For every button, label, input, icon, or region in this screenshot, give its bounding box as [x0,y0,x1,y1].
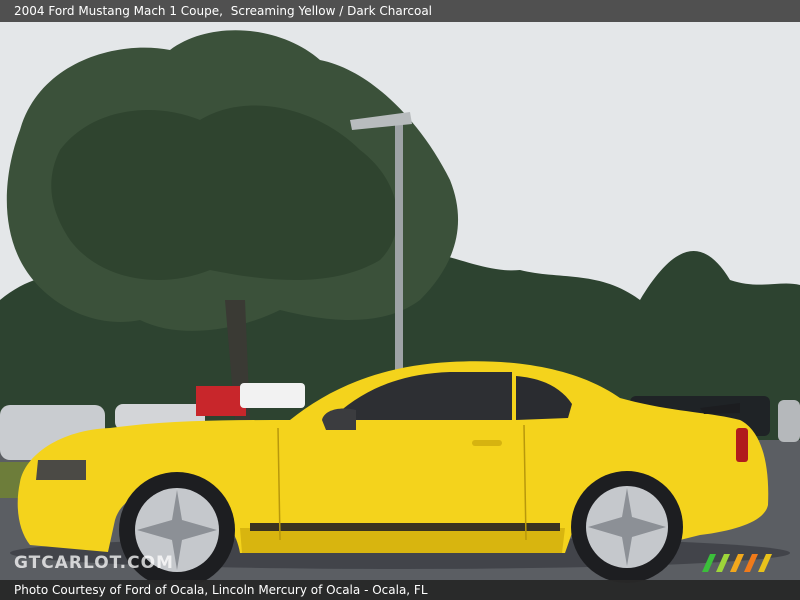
headlight [36,460,86,480]
photo-credit-bar: Photo Courtesy of Ford of Ocala, Lincoln… [0,580,800,600]
photo-credit: Photo Courtesy of Ford of Ocala, Lincoln… [14,583,428,597]
watermark-text: GTCARLOT.COM [14,553,174,573]
white-pickup [240,383,305,408]
rear-wheel [571,471,683,583]
red-truck [196,386,246,416]
photo-frame: 2004 Ford Mustang Mach 1 Coupe, Screamin… [0,0,800,600]
caption-bar: 2004 Ford Mustang Mach 1 Coupe, Screamin… [0,0,800,22]
caption-color: Screaming Yellow / Dark Charcoal [230,4,433,18]
door-handle [472,440,502,446]
side-stripe [250,523,560,531]
car-rocker [240,528,565,553]
car-photo [0,0,800,600]
light-pole [395,120,403,380]
taillight [736,428,748,462]
caption-title: 2004 Ford Mustang Mach 1 Coupe, [14,4,223,18]
watermark-logo-icon [702,554,772,572]
silver-car-right [778,400,800,442]
